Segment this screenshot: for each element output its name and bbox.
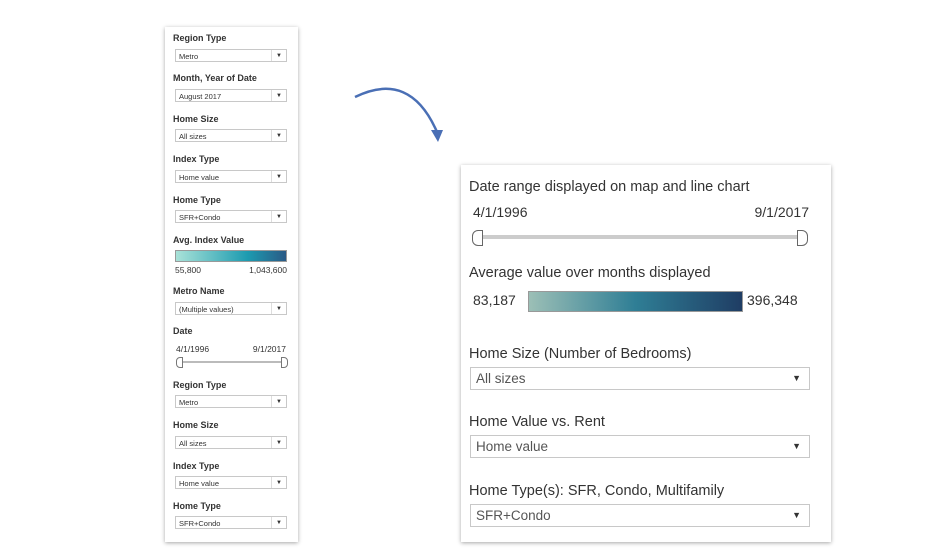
average-value-max: 396,348 <box>747 292 798 308</box>
home-size-label: Home Size (Number of Bedrooms) <box>469 346 692 362</box>
average-value-min: 83,187 <box>473 292 516 308</box>
dropdown-value: Home value <box>476 439 549 454</box>
chevron-down-icon: ▼ <box>271 303 286 314</box>
chevron-down-icon: ▼ <box>271 130 286 141</box>
home-type-label: Home Type <box>173 195 221 205</box>
redesigned-filter-panel: Date range displayed on map and line cha… <box>461 165 831 542</box>
chevron-down-icon: ▼ <box>271 50 286 61</box>
region-type-dropdown[interactable]: Metro ▼ <box>175 49 287 62</box>
metro-name-label: Metro Name <box>173 286 225 296</box>
avg-index-label: Avg. Index Value <box>173 235 245 245</box>
index-type-label-2: Index Type <box>173 461 220 471</box>
date-range-label: Date range displayed on map and line cha… <box>469 179 750 195</box>
date-range-end-handle[interactable] <box>797 230 808 246</box>
original-filter-panel: Region Type Metro ▼ Month, Year of Date A… <box>165 27 298 542</box>
date-slider-end-handle[interactable] <box>281 357 288 368</box>
index-type-label: Index Type <box>173 154 220 164</box>
chevron-down-icon: ▼ <box>271 90 286 101</box>
home-type-dropdown[interactable]: SFR+Condo ▼ <box>470 504 810 527</box>
home-size-label-2: Home Size <box>173 420 219 430</box>
dropdown-value: SFR+Condo <box>179 519 221 528</box>
dropdown-value: All sizes <box>179 439 207 448</box>
legend-min: 55,800 <box>175 265 201 275</box>
date-end: 9/1/2017 <box>252 344 286 354</box>
average-value-label: Average value over months displayed <box>469 265 711 281</box>
dropdown-value: Metro <box>179 52 199 61</box>
dropdown-value: Home value <box>179 479 220 488</box>
region-type-label-2: Region Type <box>173 380 227 390</box>
dropdown-value: August 2017 <box>179 92 222 101</box>
chevron-down-icon: ▼ <box>271 396 286 407</box>
month-year-dropdown[interactable]: August 2017 ▼ <box>175 89 287 102</box>
chevron-down-icon: ▼ <box>271 211 286 222</box>
chevron-down-icon: ▼ <box>271 477 286 488</box>
date-range-start-handle[interactable] <box>472 230 483 246</box>
index-type-dropdown-2[interactable]: Home value ▼ <box>175 476 287 489</box>
chevron-down-icon: ▼ <box>271 517 286 528</box>
chevron-down-icon: ▼ <box>271 171 286 182</box>
dropdown-value: Metro <box>179 398 199 407</box>
month-year-label: Month, Year of Date <box>173 73 257 83</box>
home-type-dropdown[interactable]: SFR+Condo ▼ <box>175 210 287 223</box>
average-value-color-bar <box>528 291 743 312</box>
region-type-dropdown-2[interactable]: Metro ▼ <box>175 395 287 408</box>
color-legend-bar <box>175 250 287 262</box>
dropdown-value: Home value <box>179 173 220 182</box>
date-label: Date <box>173 326 193 336</box>
dropdown-value: All sizes <box>476 371 526 386</box>
date-slider-start-handle[interactable] <box>176 357 183 368</box>
dropdown-value: SFR+Condo <box>179 213 221 222</box>
date-start: 4/1/1996 <box>176 344 210 354</box>
curved-arrow-icon <box>354 87 443 142</box>
dropdown-value: (Multiple values) <box>179 305 234 314</box>
metro-name-dropdown[interactable]: (Multiple values) ▼ <box>175 302 287 315</box>
chevron-down-icon: ▼ <box>792 441 801 451</box>
region-type-label: Region Type <box>173 33 227 43</box>
home-size-dropdown[interactable]: All sizes ▼ <box>470 367 810 390</box>
date-range-slider-track[interactable] <box>479 235 801 239</box>
dropdown-value: All sizes <box>179 132 207 141</box>
date-range-start: 4/1/1996 <box>473 204 528 220</box>
home-type-label-2: Home Type <box>173 501 221 511</box>
date-range-end: 9/1/2017 <box>754 204 810 220</box>
dropdown-value: SFR+Condo <box>476 508 551 523</box>
home-size-label: Home Size <box>173 114 219 124</box>
chevron-down-icon: ▼ <box>792 510 801 520</box>
chevron-down-icon: ▼ <box>271 437 286 448</box>
date-slider-track[interactable] <box>179 361 285 363</box>
chevron-down-icon: ▼ <box>792 373 801 383</box>
home-type-dropdown-2[interactable]: SFR+Condo ▼ <box>175 516 287 529</box>
legend-max: 1,043,600 <box>249 265 287 275</box>
index-type-dropdown[interactable]: Home value ▼ <box>175 170 287 183</box>
home-size-dropdown-2[interactable]: All sizes ▼ <box>175 436 287 449</box>
home-size-dropdown[interactable]: All sizes ▼ <box>175 129 287 142</box>
home-value-rent-dropdown[interactable]: Home value ▼ <box>470 435 810 458</box>
home-value-rent-label: Home Value vs. Rent <box>469 414 605 430</box>
home-type-label: Home Type(s): SFR, Condo, Multifamily <box>469 483 725 499</box>
